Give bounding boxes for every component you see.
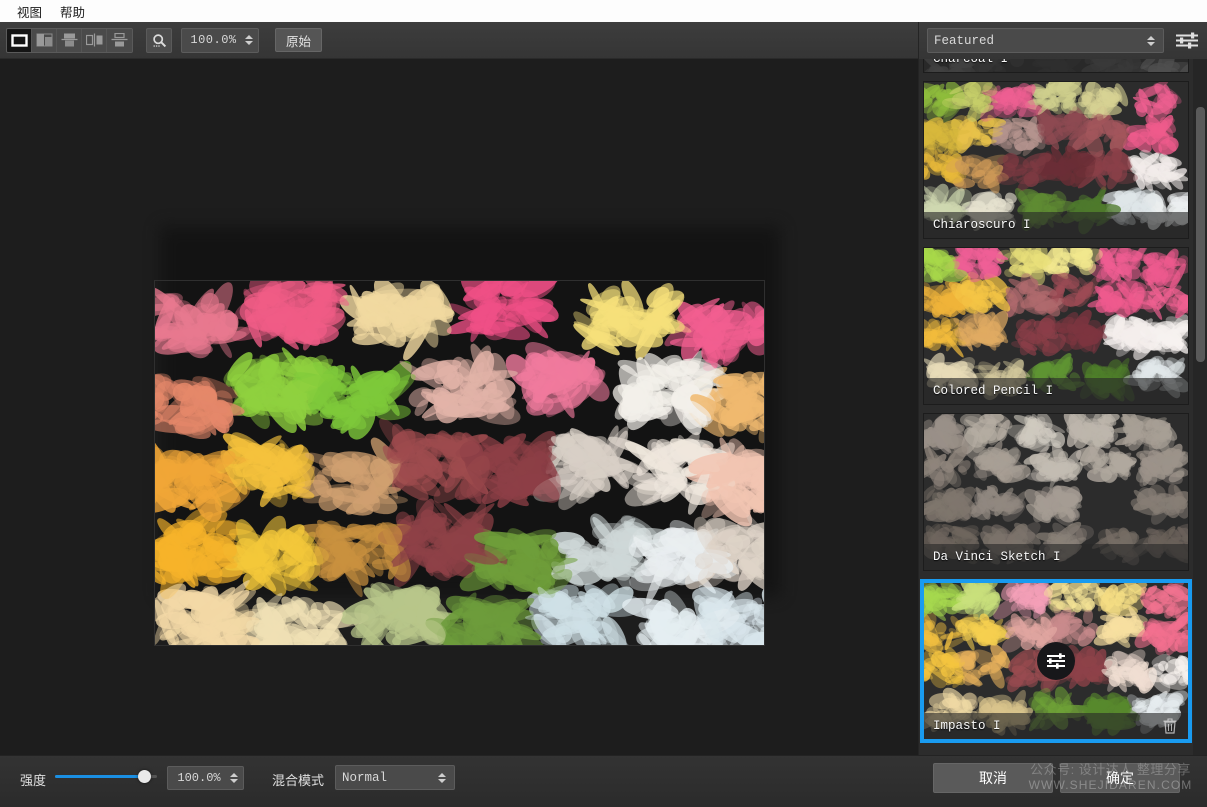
strength-slider-knob[interactable]	[137, 770, 151, 783]
preset-list[interactable]: Charcoal I Chiaroscuro I Colored Pencil I D…	[919, 59, 1207, 755]
preset-panel: Featured Charcoal IChiaroscuro IColore	[918, 22, 1207, 755]
strength-stepper[interactable]: 100.0%	[167, 766, 244, 790]
ok-button[interactable]: 确定	[1060, 763, 1180, 793]
preset-label: Colored Pencil I	[933, 384, 1054, 398]
panel-menu-button[interactable]	[1174, 29, 1200, 53]
impasto-painting	[155, 281, 764, 645]
strength-label: 强度	[20, 773, 47, 788]
app-window: 视图 帮助 100.0% 原始 Featured Charcoal I Chia…	[0, 0, 1207, 807]
zoom-spinner-up-icon[interactable]	[245, 35, 253, 39]
blend-mode-value: Normal	[342, 770, 388, 785]
blend-mode-label: 混合模式	[272, 773, 325, 788]
canvas-area[interactable]	[0, 59, 918, 755]
preset-settings-button[interactable]	[1037, 642, 1075, 680]
blend-mode-chevron-icon	[438, 772, 448, 783]
menu-help[interactable]: 帮助	[51, 0, 94, 23]
original-button[interactable]: 原始	[275, 28, 323, 52]
preset-label: Charcoal I	[933, 59, 1009, 66]
preset-delete-button[interactable]	[1163, 717, 1179, 735]
preset-scrollbar-thumb[interactable]	[1196, 107, 1205, 362]
preset-label-bar: Colored Pencil I	[924, 378, 1188, 404]
settings-sliders-icon	[1047, 653, 1065, 669]
zoom-spinner-down-icon[interactable]	[245, 41, 253, 45]
preset-panel-header: Featured	[919, 22, 1207, 59]
view-split-vertical-icon	[36, 33, 52, 47]
preset-charcoal-1[interactable]: Charcoal I	[923, 59, 1189, 73]
view-single-button[interactable]	[7, 28, 32, 52]
preset-label-bar: Charcoal I	[924, 59, 1188, 72]
menu-view[interactable]: 视图	[8, 0, 51, 23]
preset-da-vinci-sketch-1[interactable]: Da Vinci Sketch I	[923, 413, 1189, 571]
preset-label-bar: Da Vinci Sketch I	[924, 544, 1188, 570]
strength-slider-fill	[55, 775, 145, 778]
view-side-by-side-button[interactable]	[82, 28, 107, 52]
zoom-spinner-arrows[interactable]	[245, 35, 255, 45]
preset-label: Impasto I	[933, 719, 1001, 733]
chevron-updown-icon	[1147, 35, 1157, 46]
menu-bar: 视图 帮助	[0, 0, 1207, 22]
artboard-preview[interactable]	[154, 280, 765, 646]
trash-icon	[1163, 717, 1177, 734]
zoom-level-value: 100.0%	[190, 33, 237, 47]
view-stacked-icon	[111, 33, 128, 47]
preset-category-value: Featured	[934, 33, 995, 48]
preset-label-bar: Impasto I	[924, 713, 1188, 739]
preset-label: Chiaroscuro I	[933, 218, 1031, 232]
strength-slider[interactable]	[55, 769, 165, 785]
view-mode-group	[6, 27, 133, 53]
view-single-icon	[10, 33, 28, 47]
zoom-level-stepper[interactable]: 100.0%	[181, 27, 259, 53]
strength-spinner-down-icon[interactable]	[230, 779, 238, 783]
view-split-vertical-button[interactable]	[32, 28, 57, 52]
strength-value: 100.0%	[177, 771, 221, 785]
preset-label: Da Vinci Sketch I	[933, 550, 1061, 564]
sliders-icon	[1176, 32, 1198, 49]
view-side-by-side-icon	[85, 33, 102, 47]
preset-chiaroscuro-1[interactable]: Chiaroscuro I	[923, 81, 1189, 239]
view-stacked-button[interactable]	[107, 28, 132, 52]
strength-spinner-up-icon[interactable]	[230, 773, 238, 777]
preset-colored-pencil-1[interactable]: Colored Pencil I	[923, 247, 1189, 405]
preset-impasto-1[interactable]: Impasto I	[920, 579, 1192, 743]
preset-label-bar: Chiaroscuro I	[924, 212, 1188, 238]
preset-category-select[interactable]: Featured	[927, 28, 1164, 53]
strength-spinner-arrows[interactable]	[230, 773, 240, 783]
view-split-horizontal-button[interactable]	[57, 28, 82, 52]
view-split-horizontal-icon	[61, 33, 77, 47]
magnifier-icon	[152, 33, 166, 47]
preset-scrollbar[interactable]	[1193, 59, 1207, 755]
zoom-tool-button[interactable]	[146, 27, 172, 53]
cancel-button[interactable]: 取消	[933, 763, 1053, 793]
blend-mode-select[interactable]: Normal	[335, 765, 455, 790]
